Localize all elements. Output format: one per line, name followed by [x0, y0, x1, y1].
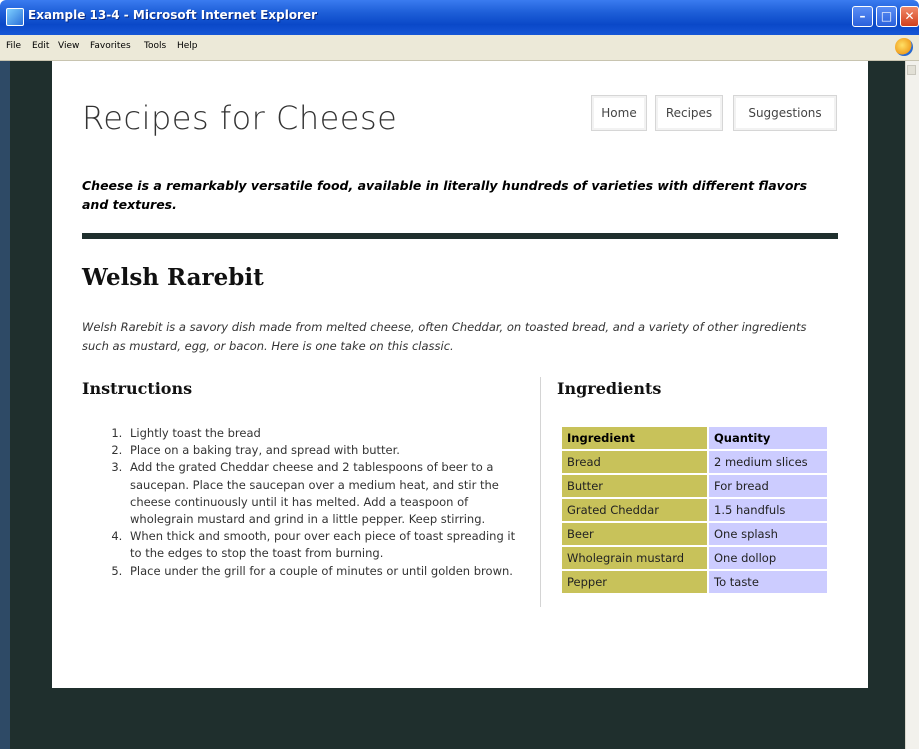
table-row: Bread 2 medium slices — [562, 451, 827, 473]
vertical-scrollbar[interactable] — [905, 61, 919, 749]
nav-suggestions-link[interactable]: Suggestions — [733, 95, 837, 131]
table-row: Pepper To taste — [562, 571, 827, 593]
column-header-ingredient: Ingredient — [562, 427, 707, 449]
menu-file[interactable]: File — [6, 41, 21, 51]
nav-recipes-link[interactable]: Recipes — [655, 95, 723, 131]
table-row: Grated Cheddar 1.5 handfuls — [562, 499, 827, 521]
column-divider — [540, 377, 541, 607]
table-row: Butter For bread — [562, 475, 827, 497]
menu-edit[interactable]: Edit — [32, 41, 49, 51]
page-content: Recipes for Cheese Home Recipes Suggesti… — [52, 61, 868, 688]
table-header-row: Ingredient Quantity — [562, 427, 827, 449]
window-title: Example 13-4 - Microsoft Internet Explor… — [28, 8, 318, 22]
instruction-step: Place under the grill for a couple of mi… — [126, 563, 527, 580]
menu-view[interactable]: View — [58, 41, 79, 51]
instruction-step: Place on a baking tray, and spread with … — [126, 442, 527, 459]
window-title-bar[interactable]: Example 13-4 - Microsoft Internet Explor… — [0, 0, 919, 35]
column-header-quantity: Quantity — [709, 427, 827, 449]
close-button[interactable]: ✕ — [900, 6, 919, 27]
quantity-cell: One dollop — [709, 547, 827, 569]
menu-favorites[interactable]: Favorites — [90, 41, 131, 51]
windows-ie-logo-icon — [895, 38, 913, 56]
maximize-button[interactable]: □ — [876, 6, 897, 27]
menu-tools[interactable]: Tools — [144, 41, 166, 51]
ingredient-cell: Wholegrain mustard — [562, 547, 707, 569]
ingredient-cell: Beer — [562, 523, 707, 545]
ingredient-cell: Pepper — [562, 571, 707, 593]
instruction-step: Lightly toast the bread — [126, 425, 527, 442]
menu-bar: File Edit View Favorites Tools Help — [0, 35, 919, 61]
window-left-border — [0, 61, 10, 749]
quantity-cell: To taste — [709, 571, 827, 593]
menu-help[interactable]: Help — [177, 41, 198, 51]
scrollbar-thumb[interactable] — [907, 65, 916, 75]
quantity-cell: One splash — [709, 523, 827, 545]
quantity-cell: 2 medium slices — [709, 451, 827, 473]
table-row: Beer One splash — [562, 523, 827, 545]
ingredient-cell: Butter — [562, 475, 707, 497]
ingredients-table: Ingredient Quantity Bread 2 medium slice… — [560, 425, 829, 595]
recipe-intro: Welsh Rarebit is a savory dish made from… — [82, 320, 807, 353]
recipe-title: Welsh Rarebit — [82, 264, 264, 291]
ingredients-heading: Ingredients — [557, 379, 662, 398]
quantity-cell: For bread — [709, 475, 827, 497]
ingredient-cell: Bread — [562, 451, 707, 473]
browser-viewport: Recipes for Cheese Home Recipes Suggesti… — [0, 61, 919, 749]
instructions-list: Lightly toast the bread Place on a bakin… — [82, 425, 527, 580]
ingredient-cell: Grated Cheddar — [562, 499, 707, 521]
site-title: Recipes for Cheese — [82, 99, 398, 137]
quantity-cell: 1.5 handfuls — [709, 499, 827, 521]
table-row: Wholegrain mustard One dollop — [562, 547, 827, 569]
instructions-heading: Instructions — [82, 379, 193, 398]
minimize-button[interactable]: – — [852, 6, 873, 27]
site-tagline: Cheese is a remarkably versatile food, a… — [82, 178, 808, 212]
nav-home-link[interactable]: Home — [591, 95, 647, 131]
instruction-step: Add the grated Cheddar cheese and 2 tabl… — [126, 459, 527, 528]
ie-page-icon — [6, 8, 24, 26]
instruction-step: When thick and smooth, pour over each pi… — [126, 528, 527, 562]
header-divider — [82, 233, 838, 239]
